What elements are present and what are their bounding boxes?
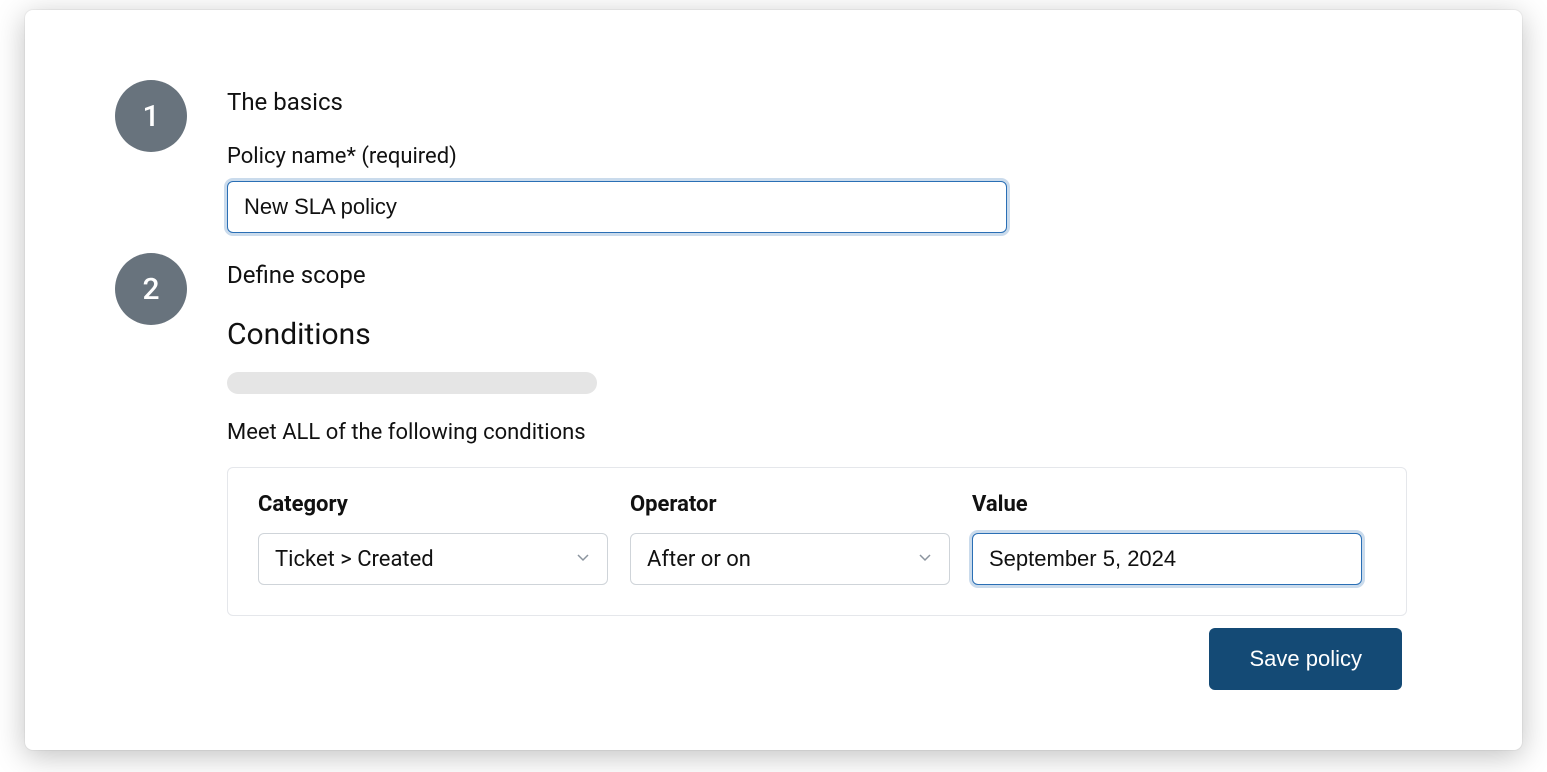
policy-form-page: 1 The basics Policy name* (required) 2 D…: [25, 10, 1522, 750]
step-1-title: The basics: [227, 88, 1452, 116]
conditions-heading: Conditions: [227, 317, 1452, 352]
step-2-indicator: 2: [115, 253, 187, 325]
chevron-down-icon: [575, 549, 591, 569]
step-1-indicator: 1: [115, 80, 187, 152]
placeholder-bar: [227, 372, 597, 394]
condition-value-column: Value: [972, 492, 1362, 585]
condition-category-column: Category Ticket > Created: [258, 492, 608, 585]
operator-header: Operator: [630, 492, 950, 517]
all-conditions-label: Meet ALL of the following conditions: [227, 420, 1452, 445]
step-2-body: Define scope Conditions Meet ALL of the …: [227, 253, 1452, 616]
operator-select-value: After or on: [647, 547, 751, 572]
chevron-down-icon: [917, 549, 933, 569]
condition-operator-column: Operator After or on: [630, 492, 950, 585]
category-select[interactable]: Ticket > Created: [258, 533, 608, 585]
step-basics: 1 The basics Policy name* (required): [115, 80, 1452, 233]
policy-name-label: Policy name* (required): [227, 144, 1452, 169]
save-policy-button[interactable]: Save policy: [1209, 628, 1402, 690]
step-1-number: 1: [142, 99, 159, 134]
step-2-circle: 2: [115, 253, 187, 325]
category-header: Category: [258, 492, 608, 517]
step-1-body: The basics Policy name* (required): [227, 80, 1452, 233]
step-2-number: 2: [142, 272, 159, 307]
form-footer: Save policy: [1209, 628, 1402, 690]
step-1-circle: 1: [115, 80, 187, 152]
operator-select[interactable]: After or on: [630, 533, 950, 585]
step-2-title: Define scope: [227, 261, 1452, 289]
category-select-value: Ticket > Created: [275, 547, 434, 572]
save-policy-label: Save policy: [1249, 646, 1362, 671]
step-scope: 2 Define scope Conditions Meet ALL of th…: [115, 253, 1452, 616]
value-header: Value: [972, 492, 1362, 517]
policy-name-input[interactable]: [227, 181, 1007, 233]
value-input[interactable]: [972, 533, 1362, 585]
conditions-box: Category Ticket > Created Operator After…: [227, 467, 1407, 616]
